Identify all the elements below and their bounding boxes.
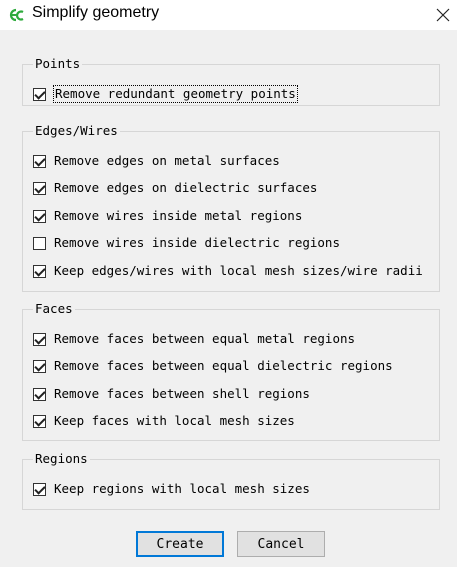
checkbox-label: Remove edges on metal surfaces <box>54 153 280 168</box>
checkbox-keep-edges-wires[interactable]: Keep edges/wires with local mesh sizes/w… <box>33 263 423 279</box>
checkbox-remove-faces-dielectric[interactable]: Remove faces between equal dielectric re… <box>33 358 393 374</box>
checkbox-box[interactable] <box>33 414 46 428</box>
regions-group-title: Regions <box>33 451 90 467</box>
regions-group: Regions Keep regions with local mesh siz… <box>22 451 440 510</box>
faces-group: Faces Remove faces between equal metal r… <box>22 301 440 441</box>
close-button[interactable] <box>430 2 456 28</box>
checkbox-box[interactable] <box>33 387 46 401</box>
checkbox-label: Remove faces between shell regions <box>54 386 310 401</box>
checkbox-label: Remove redundant geometry points <box>53 85 298 103</box>
checkbox-label: Remove faces between equal metal regions <box>54 331 356 346</box>
checkbox-box[interactable] <box>33 482 46 496</box>
checkbox-remove-wires-dielectric[interactable]: Remove wires inside dielectric regions <box>33 235 340 251</box>
checkbox-box[interactable] <box>33 236 46 250</box>
checkbox-box[interactable] <box>33 87 46 101</box>
checkbox-label: Remove wires inside metal regions <box>54 208 303 223</box>
points-group-title: Points <box>33 56 83 72</box>
edges-wires-group: Edges/Wires Remove edges on metal surfac… <box>22 123 440 292</box>
checkbox-label: Remove edges on dielectric surfaces <box>54 180 318 195</box>
checkbox-keep-regions-mesh[interactable]: Keep regions with local mesh sizes <box>33 481 310 497</box>
checkbox-box[interactable] <box>33 181 46 195</box>
checkbox-label: Keep edges/wires with local mesh sizes/w… <box>54 263 423 278</box>
checkbox-remove-wires-metal[interactable]: Remove wires inside metal regions <box>33 208 302 224</box>
checkbox-label: Keep faces with local mesh sizes <box>54 413 295 428</box>
checkbox-label: Remove wires inside dielectric regions <box>54 235 340 250</box>
checkbox-remove-faces-shell[interactable]: Remove faces between shell regions <box>33 386 310 402</box>
close-icon <box>436 8 450 22</box>
checkbox-remove-edges-dielectric[interactable]: Remove edges on dielectric surfaces <box>33 180 317 196</box>
checkbox-label: Keep regions with local mesh sizes <box>54 481 310 496</box>
checkbox-remove-edges-metal[interactable]: Remove edges on metal surfaces <box>33 153 280 169</box>
checkbox-box[interactable] <box>33 359 46 373</box>
create-button[interactable]: Create <box>136 531 224 557</box>
app-logo-icon <box>8 6 26 24</box>
faces-group-title: Faces <box>33 301 75 317</box>
edges-group-title: Edges/Wires <box>33 123 120 139</box>
checkbox-remove-redundant-points[interactable]: Remove redundant geometry points <box>33 85 298 103</box>
checkbox-box[interactable] <box>33 332 46 346</box>
checkbox-keep-faces-mesh[interactable]: Keep faces with local mesh sizes <box>33 413 295 429</box>
checkbox-label: Remove faces between equal dielectric re… <box>54 358 393 373</box>
checkbox-box[interactable] <box>33 154 46 168</box>
title-bar: Simplify geometry <box>0 0 457 30</box>
cancel-button[interactable]: Cancel <box>237 531 325 557</box>
checkbox-box[interactable] <box>33 264 46 278</box>
points-group: Points Remove redundant geometry points <box>22 56 440 106</box>
checkbox-remove-faces-metal[interactable]: Remove faces between equal metal regions <box>33 331 355 347</box>
checkbox-box[interactable] <box>33 209 46 223</box>
window-title: Simplify geometry <box>32 4 160 21</box>
